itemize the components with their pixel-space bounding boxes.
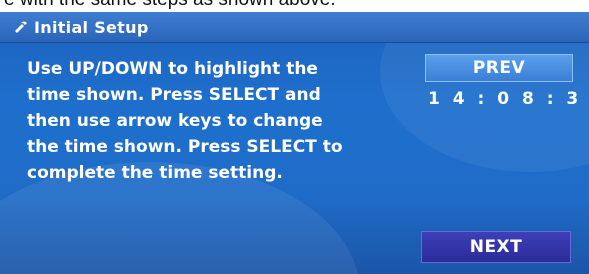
wrench-icon: [12, 18, 30, 36]
next-button[interactable]: NEXT: [421, 231, 571, 263]
instruction-line: the time shown. Press SELECT to: [27, 137, 343, 157]
title-bar: Initial Setup: [0, 12, 589, 43]
caption-text: e with the same steps as shown above.: [4, 0, 336, 11]
instruction-line: then use arrow keys to change: [27, 111, 323, 131]
caption-fragment: e with the same steps as shown above.: [0, 0, 589, 12]
instructions-text: Use UP/DOWN to highlight the time shown.…: [27, 56, 407, 186]
next-button-label: NEXT: [469, 237, 523, 257]
instruction-line: complete the time setting.: [27, 163, 283, 183]
time-display[interactable]: 1 4 : 0 8 : 3 6: [428, 89, 589, 109]
prev-button-label: PREV: [472, 58, 526, 78]
prev-button[interactable]: PREV: [425, 54, 573, 82]
window-title: Initial Setup: [34, 17, 149, 37]
setup-screen: Initial Setup Use UP/DOWN to highlight t…: [0, 12, 589, 274]
instruction-line: time shown. Press SELECT and: [27, 85, 321, 105]
instruction-line: Use UP/DOWN to highlight the: [27, 59, 318, 79]
